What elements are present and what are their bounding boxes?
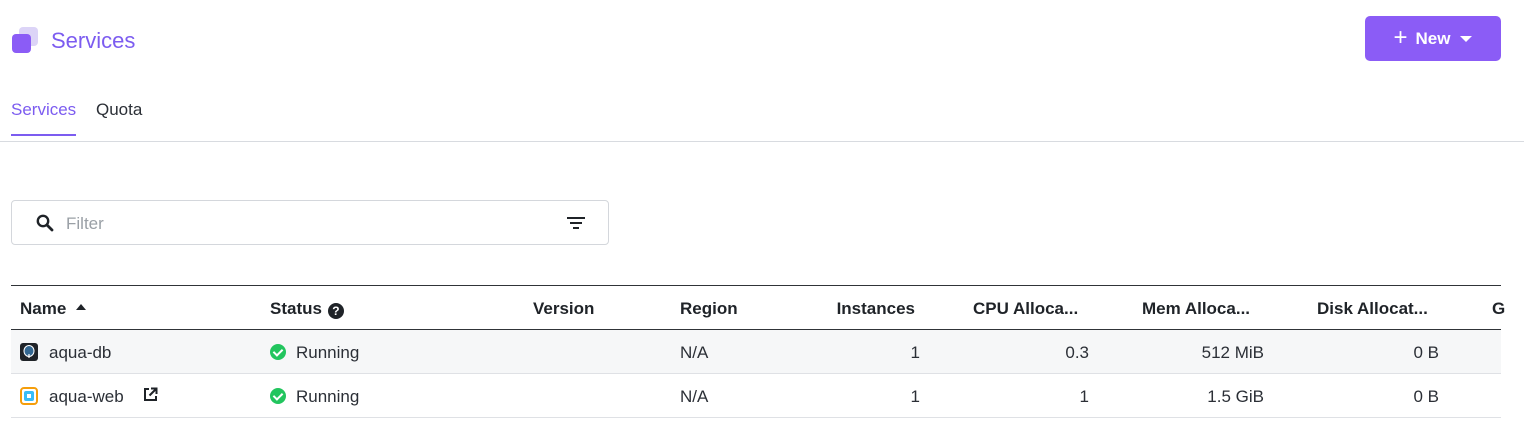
column-header-mem[interactable]: Mem Alloca...	[1142, 299, 1250, 319]
mem-cell: 512 MiB	[1201, 343, 1264, 362]
service-name[interactable]: aqua-db	[49, 343, 111, 363]
search-icon	[36, 214, 54, 232]
service-name[interactable]: aqua-web	[49, 387, 124, 407]
filter-input[interactable]	[64, 211, 548, 237]
check-circle-icon	[270, 388, 286, 404]
instances-cell: 1	[910, 343, 920, 362]
plus-icon: +	[1393, 23, 1408, 51]
column-header-version[interactable]: Version	[533, 299, 594, 319]
tab-bar: Services Quota	[0, 84, 1524, 142]
cpu-cell: 0.3	[1065, 343, 1089, 362]
column-header-instances[interactable]: Instances	[837, 299, 915, 319]
table-row[interactable]: aqua-web Running N/A 1 1 1.5 GiB 0 B	[11, 374, 1501, 418]
new-button-label: New	[1415, 28, 1451, 48]
page-title: Services	[51, 28, 136, 53]
table-row[interactable]: aqua-db Running N/A 1 0.3 512 MiB 0 B	[11, 330, 1501, 374]
table-header: Name Status? Version Region Instances CP…	[11, 286, 1505, 330]
status-cell: Running	[270, 343, 359, 363]
services-table: Name Status? Version Region Instances CP…	[11, 285, 1505, 418]
new-button[interactable]: + New	[1365, 16, 1501, 61]
mem-cell: 1.5 GiB	[1207, 387, 1264, 406]
filter-icon[interactable]	[567, 215, 585, 231]
column-header-region[interactable]: Region	[680, 299, 738, 319]
chevron-down-icon	[1460, 35, 1473, 42]
instances-cell: 1	[910, 387, 920, 406]
region-cell: N/A	[680, 343, 709, 362]
column-header-name[interactable]: Name	[20, 299, 87, 319]
sort-ascending-icon	[76, 304, 87, 310]
disk-cell: 0 B	[1413, 343, 1439, 362]
filter-box	[11, 200, 609, 245]
external-link-icon[interactable]	[143, 387, 158, 402]
check-circle-icon	[270, 344, 286, 360]
column-header-disk[interactable]: Disk Allocat...	[1317, 299, 1428, 319]
disk-cell: 0 B	[1413, 387, 1439, 406]
column-header-cpu[interactable]: CPU Alloca...	[973, 299, 1078, 319]
status-cell: Running	[270, 387, 359, 407]
column-header-g[interactable]: G	[1492, 299, 1505, 319]
tab-quota[interactable]: Quota	[96, 100, 142, 134]
tab-services[interactable]: Services	[11, 100, 77, 136]
page-header: Services + New	[0, 0, 1524, 84]
services-logo-icon	[12, 27, 40, 53]
cpu-cell: 1	[1079, 387, 1089, 406]
web-app-icon	[20, 387, 38, 405]
postgres-icon	[20, 343, 38, 361]
region-cell: N/A	[680, 387, 709, 406]
column-header-status[interactable]: Status?	[270, 299, 344, 319]
help-icon[interactable]: ?	[327, 303, 344, 319]
